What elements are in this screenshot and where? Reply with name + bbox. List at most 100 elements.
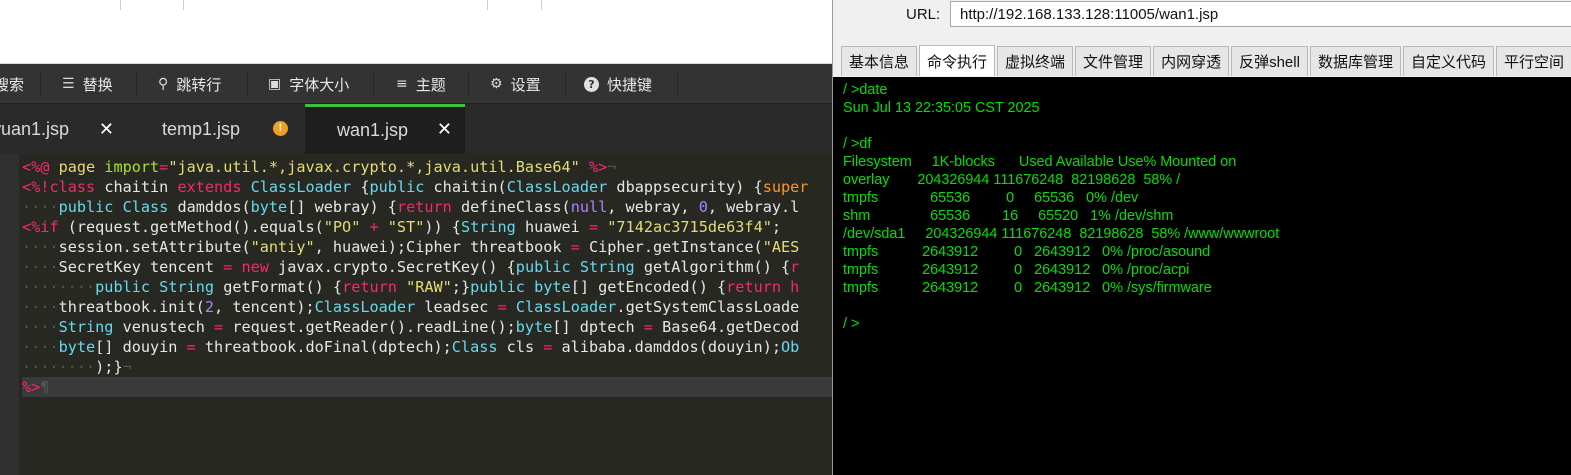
menu-divider (247, 72, 248, 96)
code-token: , webray, (607, 198, 699, 216)
menu-goto-line[interactable]: ⚲ 跳转行 (158, 64, 221, 104)
close-icon[interactable]: ✕ (437, 119, 452, 140)
divider (183, 0, 184, 10)
code-token: getFormat() { (223, 278, 343, 296)
divider (541, 0, 542, 10)
code-token: = (570, 238, 589, 256)
code-token: getAlgorithm() { (643, 258, 791, 276)
code-line: ········);}¬ (22, 357, 832, 377)
code-token: "antiy" (250, 238, 315, 256)
code-line: ····SecretKey tencent = new javax.crypto… (22, 257, 832, 277)
menu-font-size[interactable]: ▣ 字体大小 (268, 64, 349, 104)
file-tab-wuan1[interactable]: wuan1.jsp ✕ (0, 104, 118, 154)
menu-divider (373, 72, 374, 96)
code-token: = (497, 298, 516, 316)
code-token: = (159, 158, 169, 176)
code-token: request.getReader().readLine(); (232, 318, 516, 336)
code-token: byte (534, 278, 571, 296)
code-token: Cipher.getInstance( (588, 238, 763, 256)
replace-icon: ☰ (62, 76, 75, 92)
code-token: [] dptech (552, 318, 644, 336)
code-token: Class (451, 338, 507, 356)
shell-tab[interactable]: 命令执行 (919, 45, 996, 76)
code-token: class (49, 178, 105, 196)
code-token: ClassLoader (506, 178, 617, 196)
code-token: <%@ (22, 158, 59, 176)
code-area[interactable]: <%@ page import="java.util.*,javax.crypt… (0, 154, 832, 475)
code-line: <%if (request.getMethod().equals("PO" + … (22, 217, 832, 237)
code-token: <% (22, 218, 41, 236)
code-token: javax.crypto.SecretKey() { (278, 258, 516, 276)
code-token: + (360, 218, 388, 236)
line-gutter (0, 154, 19, 475)
menu-replace-label: 替换 (82, 76, 113, 94)
unsaved-warning-icon: ! (273, 121, 288, 136)
file-tab-label: temp1.jsp (162, 118, 241, 139)
code-token: ;} (451, 278, 471, 296)
code-token: String (579, 258, 644, 276)
code-token: ···· (22, 238, 59, 256)
command-output-terminal[interactable]: / >date Sun Jul 13 22:35:05 CST 2025 / >df… (833, 77, 1571, 475)
url-label: URL: (906, 6, 941, 23)
screenshot-stage: 搜索 ☰ 替换 ⚲ 跳转行 ▣ 字体大小 ≡ 主题 ⚙ 设置 ? 快捷键 uan… (0, 0, 1571, 475)
code-token: = (186, 338, 205, 356)
webshell-window: URL: 基本信息命令执行虚拟终端文件管理内网穿透反弹shell数据库管理自定义… (832, 0, 1571, 475)
code-token: session.setAttribute( (58, 238, 251, 256)
code-token: ········ (22, 278, 96, 296)
menu-theme[interactable]: ≡ 主题 (396, 64, 446, 104)
terminal-line: Filesystem 1K-blocks Used Available Use%… (843, 154, 1237, 170)
code-token: damddos( (177, 198, 251, 216)
code-line: ········public String getFormat() {retur… (22, 277, 832, 297)
shell-tabbar: 基本信息 命令执行 虚拟终端 文件管理 内网穿透 反弹shell 数据库管理 自定义代码 平行空… (841, 45, 1571, 77)
code-token: public (470, 278, 535, 296)
help-icon: ? (584, 76, 599, 92)
shell-tab[interactable]: 虚拟终端 (997, 46, 1074, 76)
code-token: "ST" (387, 218, 425, 236)
code-token: ClassLoader (250, 178, 361, 196)
menu-divider (40, 72, 41, 96)
terminal-line: tmpfs 2643912 0 2643912 0% /proc/acpi (843, 262, 1190, 278)
code-token: )) { (424, 218, 461, 236)
shell-tab[interactable]: 内网穿透 (1153, 46, 1230, 76)
code-token: "7142ac3715de63f4" (607, 218, 772, 236)
code-token: ···· (22, 338, 59, 356)
terminal-line: tmpfs 65536 0 65536 0% /dev (843, 190, 1139, 206)
code-token: if (40, 218, 68, 236)
code-token: "RAW" (406, 278, 452, 296)
code-token: %> (579, 158, 608, 176)
shell-tab[interactable]: 文件管理 (1075, 46, 1152, 76)
shell-tab[interactable]: 数据库管理 (1309, 46, 1401, 76)
code-token: String (58, 318, 123, 336)
shell-tab[interactable]: 自定义代码 (1402, 46, 1494, 76)
code-token: ···· (22, 298, 59, 316)
shell-tab[interactable]: 平行空间 (1495, 46, 1571, 76)
menu-search[interactable]: 搜索 (0, 64, 24, 104)
code-token: 0 (698, 198, 708, 216)
terminal-line: overlay 204326944 111676248 82198628 58%… (843, 172, 1181, 188)
code-token: public (369, 178, 434, 196)
code-token: ········ (22, 358, 96, 376)
code-token: import (104, 158, 160, 176)
code-token: .getSystemClassLoade (616, 298, 800, 316)
shell-tab[interactable]: 反弹shell (1231, 46, 1308, 76)
code-token: = (643, 318, 663, 336)
code-line: <%@ page import="java.util.*,javax.crypt… (22, 157, 832, 177)
file-tab-temp1[interactable]: temp1.jsp ! (162, 104, 288, 154)
code-token: cls (506, 338, 544, 356)
menu-settings[interactable]: ⚙ 设置 (490, 64, 541, 104)
theme-icon: ≡ (396, 76, 408, 92)
code-token: byte (58, 338, 96, 356)
menu-replace[interactable]: ☰ 替换 (62, 64, 113, 104)
url-input[interactable] (950, 1, 1571, 27)
menu-divider (136, 72, 137, 96)
close-icon[interactable]: ✕ (99, 119, 114, 140)
file-tab-wan1[interactable]: wan1.jsp ✕ (305, 104, 465, 154)
menu-shortcuts[interactable]: ? 快捷键 (584, 64, 652, 104)
divider (120, 0, 121, 10)
terminal-line: Sun Jul 13 22:35:05 CST 2025 (843, 100, 1040, 116)
code-token: ···· (22, 258, 59, 276)
code-token: return h (726, 278, 800, 296)
shell-tab[interactable]: 基本信息 (841, 46, 918, 76)
code-token: Base64.getDecod (662, 318, 800, 336)
code-token: defineClass( (460, 198, 571, 216)
